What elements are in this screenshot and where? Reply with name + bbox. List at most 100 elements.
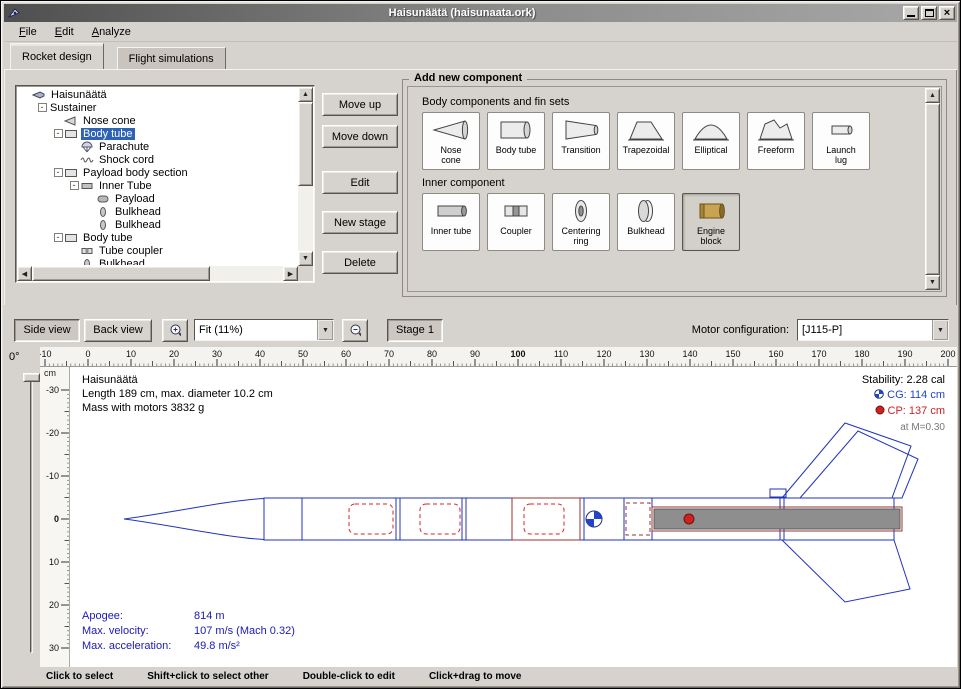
tree-item-nose-cone[interactable]: Nose cone	[18, 114, 297, 127]
add-bulkhead-button[interactable]: Bulkhead	[617, 193, 675, 251]
add-coupler-button[interactable]: Coupler	[487, 193, 545, 251]
tree-item-bulkhead[interactable]: Bulkhead	[18, 218, 297, 231]
rotation-slider-handle[interactable]	[23, 373, 40, 382]
svg-text:170: 170	[811, 349, 826, 359]
tree-item-payload-body-section[interactable]: -Payload body section	[18, 166, 297, 179]
move-down-button[interactable]: Move down	[322, 125, 398, 148]
component-button-label: Body tube	[495, 144, 538, 155]
zoom-in-button[interactable]	[162, 319, 188, 342]
window-icon[interactable]	[7, 6, 21, 20]
fin-top-near[interactable]	[800, 431, 918, 498]
tube-coupler-outline[interactable]	[626, 503, 650, 535]
cg-symbol[interactable]	[586, 511, 602, 527]
tree-vertical-scrollbar[interactable]: ▲ ▼	[298, 87, 313, 266]
collapse-icon[interactable]: -	[54, 233, 63, 242]
scroll-down-icon[interactable]: ▼	[925, 275, 940, 290]
tree-item-bulkhead[interactable]: Bulkhead	[18, 257, 297, 265]
tree-item-haisunäätä[interactable]: Haisunäätä	[18, 88, 297, 101]
shock-cord-outline[interactable]	[420, 504, 460, 534]
tree-item-shock-cord[interactable]: Shock cord	[18, 153, 297, 166]
title-bar[interactable]: Haisunäätä (haisunaata.ork) ×	[4, 4, 957, 22]
max-velocity-row: Max. velocity:107 m/s (Mach 0.32)	[82, 624, 295, 639]
tree-item-body-tube[interactable]: -Body tube	[18, 231, 297, 244]
innertube-icon	[80, 180, 95, 192]
tree-item-payload[interactable]: Payload	[18, 192, 297, 205]
tree-item-sustainer[interactable]: -Sustainer	[18, 101, 297, 114]
add-centering-ring-button[interactable]: Centering ring	[552, 193, 610, 251]
add-elliptical-button[interactable]: Elliptical	[682, 112, 740, 170]
add-trapezoidal-button[interactable]: Trapezoidal	[617, 112, 675, 170]
scroll-down-icon[interactable]: ▼	[298, 251, 313, 266]
component-button-label: Nose cone	[429, 144, 473, 165]
tree-item-body-tube[interactable]: -Body tube	[18, 127, 297, 140]
tree-item-tube-coupler[interactable]: Tube coupler	[18, 244, 297, 257]
side-view-button[interactable]: Side view	[14, 319, 80, 342]
svg-text:30: 30	[49, 643, 59, 653]
move-up-button[interactable]: Move up	[322, 93, 398, 116]
back-view-button[interactable]: Back view	[84, 319, 152, 342]
menu-item-file[interactable]: File	[10, 24, 46, 40]
fin-bottom[interactable]	[782, 540, 910, 602]
collapse-icon[interactable]: -	[70, 181, 79, 190]
tree-item-parachute[interactable]: Parachute	[18, 140, 297, 153]
add-freeform-button[interactable]: Freeform	[747, 112, 805, 170]
tree-horizontal-scrollbar[interactable]: ◀ ▶	[17, 266, 298, 281]
rocket-canvas-area: 0° -100102030405060708090100110120130140…	[4, 347, 957, 667]
scrollbar-thumb[interactable]	[32, 266, 210, 281]
stage-1-toggle[interactable]: Stage 1	[387, 319, 443, 342]
payload-outline[interactable]	[524, 504, 564, 534]
collapse-icon[interactable]: -	[54, 129, 63, 138]
scroll-left-icon[interactable]: ◀	[17, 266, 32, 281]
bodytube-icon	[496, 116, 536, 144]
add-nose-cone-button[interactable]: Nose cone	[422, 112, 480, 170]
component-tree-panel: Haisunäätä-SustainerNose cone-Body tubeP…	[15, 85, 315, 283]
chevron-down-icon[interactable]: ▼	[317, 320, 333, 340]
add-body-tube-button[interactable]: Body tube	[487, 112, 545, 170]
add-component-content: Body components and fin setsNose coneBod…	[410, 89, 923, 289]
edit-button[interactable]: Edit	[322, 171, 398, 194]
component-button-label: Elliptical	[693, 144, 728, 155]
cg-line: CG: 114 cm	[862, 388, 945, 404]
collapse-icon[interactable]: -	[54, 168, 63, 177]
cp-line: CP: 137 cm	[862, 404, 945, 420]
scrollbar-thumb[interactable]	[925, 103, 940, 275]
motor-configuration-combobox[interactable]: [J115-P] ▼	[797, 319, 949, 341]
cp-symbol[interactable]	[684, 514, 694, 524]
horizontal-splitter[interactable]	[4, 305, 957, 313]
minimize-button[interactable]	[903, 6, 919, 20]
add-engine-block-button[interactable]: Engine block	[682, 193, 740, 251]
menu-item-analyze[interactable]: Analyze	[83, 24, 140, 40]
horizontal-ruler: -100102030405060708090100110120130140150…	[40, 347, 957, 367]
scroll-up-icon[interactable]: ▲	[298, 87, 313, 102]
add-transition-button[interactable]: Transition	[552, 112, 610, 170]
zoom-out-button[interactable]	[342, 319, 368, 342]
close-button[interactable]: ×	[939, 6, 955, 20]
add-launch-lug-button[interactable]: Launch lug	[812, 112, 870, 170]
chevron-down-icon[interactable]: ▼	[932, 320, 948, 340]
scrollbar-thumb[interactable]	[298, 102, 313, 186]
collapse-icon[interactable]: -	[38, 103, 47, 112]
menu-item-edit[interactable]: Edit	[46, 24, 83, 40]
zoom-out-icon	[349, 323, 361, 339]
tree-item-label: Nose cone	[81, 115, 138, 127]
new-stage-button[interactable]: New stage	[322, 211, 398, 234]
tree-item-label: Haisunäätä	[49, 89, 109, 101]
tree-item-inner-tube[interactable]: -Inner Tube	[18, 179, 297, 192]
tree-item-label: Bulkhead	[113, 219, 163, 231]
tab-rocket-design[interactable]: Rocket design	[10, 43, 104, 69]
scroll-right-icon[interactable]: ▶	[283, 266, 298, 281]
zoom-level-combobox[interactable]: Fit (11%) ▼	[194, 319, 334, 341]
add-panel-vertical-scrollbar[interactable]: ▲ ▼	[925, 88, 940, 290]
scroll-up-icon[interactable]: ▲	[925, 88, 940, 103]
tab-flight-simulations[interactable]: Flight simulations	[117, 47, 226, 69]
add-inner-tube-button[interactable]: Inner tube	[422, 193, 480, 251]
delete-button[interactable]: Delete	[322, 251, 398, 274]
maximize-button[interactable]	[921, 6, 937, 20]
svg-text:60: 60	[341, 349, 351, 359]
bulkhead-icon	[96, 219, 111, 231]
tree-item-bulkhead[interactable]: Bulkhead	[18, 205, 297, 218]
coupler-icon	[496, 197, 536, 225]
rotation-slider-track[interactable]	[30, 375, 33, 653]
parachute-outline[interactable]	[349, 504, 393, 534]
nose-cone-shape[interactable]	[124, 499, 264, 540]
